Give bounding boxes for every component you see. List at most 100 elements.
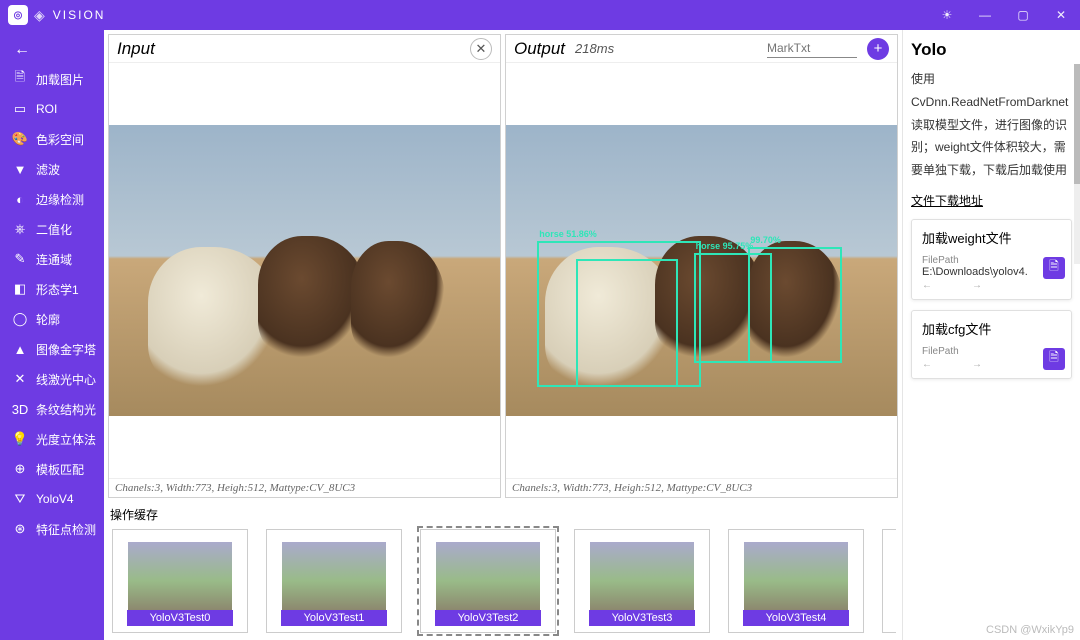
input-title: Input xyxy=(117,39,155,59)
cache-title: 操作缓存 xyxy=(110,504,896,525)
detection-label: horse 95.75% xyxy=(696,241,754,251)
app-title: VISION xyxy=(53,8,106,22)
sidebar-icon: 💡 xyxy=(12,431,28,447)
detection-label: horse 51.86% xyxy=(539,229,597,239)
file-card: 加载cfg文件FilePath←→🗎 xyxy=(911,310,1072,379)
input-image[interactable] xyxy=(109,63,500,478)
right-title: Yolo xyxy=(911,40,1072,60)
sidebar-item[interactable]: ⊕模板匹配 xyxy=(0,454,104,484)
sidebar-item[interactable]: ▼滤波 xyxy=(0,154,104,184)
sidebar-item[interactable]: 3D 条纹结构光 xyxy=(0,394,104,424)
thumbnail[interactable]: YoloV3Test5 xyxy=(882,529,896,633)
card-title: 加载cfg文件 xyxy=(912,311,1071,346)
sidebar-item[interactable]: 💡 光度立体法 xyxy=(0,424,104,454)
thumbnail-image xyxy=(744,542,849,620)
sidebar-icon: ⎈ xyxy=(12,221,28,237)
sidebar-item[interactable]: 🎨 色彩空间 xyxy=(0,124,104,154)
thumbnail-image xyxy=(590,542,695,620)
thumbnail[interactable]: YoloV3Test0 xyxy=(112,529,248,633)
right-description: 使用CvDnn.ReadNetFromDarknet读取模型文件，进行图像的识别… xyxy=(911,68,1072,182)
sidebar-item[interactable]: ✕ 线激光中心 xyxy=(0,364,104,394)
sidebar-icon: ◯ xyxy=(12,311,28,327)
sidebar-item[interactable]: ◯ 轮廓 xyxy=(0,304,104,334)
file-browse-button[interactable]: 🗎 xyxy=(1043,348,1065,370)
thumbnail-label: YoloV3Test4 xyxy=(743,610,849,626)
sidebar-item[interactable]: ▭ ROI xyxy=(0,94,104,124)
titlebar: ◎ ◈ VISION ☀ ― ▢ ✕ xyxy=(0,0,1080,30)
sidebar-icon: ⛛ xyxy=(12,491,28,507)
thumbnail-image xyxy=(436,542,541,620)
thumbnail[interactable]: YoloV3Test1 xyxy=(266,529,402,633)
sidebar-icon: ⊛ xyxy=(12,521,28,537)
sidebar-label: 线激光中心 xyxy=(36,371,96,388)
output-meta: Chanels:3, Width:773, Heigh:512, Mattype… xyxy=(506,478,897,497)
thumbnail-label: YoloV3Test1 xyxy=(281,610,387,626)
sidebar-item[interactable]: ⛛ YoloV4 xyxy=(0,484,104,514)
window-maximize[interactable]: ▢ xyxy=(1004,0,1042,30)
sidebar-icon: 🗎 xyxy=(12,68,28,90)
sidebar-label: 二值化 xyxy=(36,221,72,238)
file-card: 加载weight文件FilePathE:\Downloads\yolov4.←→… xyxy=(911,219,1072,300)
sidebar-icon: ◐ xyxy=(12,192,28,207)
output-elapsed: 218ms xyxy=(575,41,614,56)
sidebar-icon: 3D xyxy=(12,402,28,417)
sidebar-item[interactable]: 🗎 加载图片 xyxy=(0,64,104,94)
sidebar-label: 特征点检测 xyxy=(36,521,96,538)
sidebar-item[interactable]: ✎ 连通域 xyxy=(0,244,104,274)
mark-text-input[interactable] xyxy=(767,39,857,58)
sidebar-label: 色彩空间 xyxy=(36,131,84,148)
back-button[interactable]: ← xyxy=(0,36,104,64)
sidebar-icon: ✕ xyxy=(12,371,28,387)
right-pane: Yolo 使用CvDnn.ReadNetFromDarknet读取模型文件，进行… xyxy=(902,30,1080,640)
scrollbar[interactable] xyxy=(1074,64,1080,264)
sidebar-item[interactable]: ◧ 形态学1 xyxy=(0,274,104,304)
thumbnail-image xyxy=(282,542,387,620)
detection-bbox: 99.70% xyxy=(748,247,842,363)
sidebar-icon: 🎨 xyxy=(12,131,28,147)
thumbnail-label: YoloV3Test3 xyxy=(589,610,695,626)
window-close[interactable]: ✕ xyxy=(1042,0,1080,30)
window-minimize[interactable]: ― xyxy=(966,0,1004,30)
sidebar-icon: ▲ xyxy=(12,342,28,357)
sidebar-label: 光度立体法 xyxy=(36,431,96,448)
output-panel: Output 218ms + horse 51.86%horse 95.75%9… xyxy=(505,34,898,498)
sidebar-icon: ◧ xyxy=(12,281,28,297)
sidebar-label: 连通域 xyxy=(36,251,72,268)
sidebar-icon: ▭ xyxy=(12,101,28,117)
theme-icon[interactable]: ☀ xyxy=(928,0,966,30)
detection-bbox xyxy=(576,259,678,387)
output-image[interactable]: horse 51.86% horse 95.75%99.70% xyxy=(506,63,897,478)
sidebar-item[interactable]: ⊛ 特征点检测 xyxy=(0,514,104,544)
download-link[interactable]: 文件下载地址 xyxy=(911,192,1072,209)
sidebar-item[interactable]: ⎈ 二值化 xyxy=(0,214,104,244)
sidebar-icon: ⊕ xyxy=(12,461,28,477)
input-close-icon[interactable]: ✕ xyxy=(470,38,492,60)
input-meta: Chanels:3, Width:773, Heigh:512, Mattype… xyxy=(109,478,500,497)
cache-section: 操作缓存 YoloV3Test0YoloV3Test1YoloV3Test2Yo… xyxy=(104,502,902,640)
sidebar-icon: ▼ xyxy=(12,162,28,177)
add-mark-button[interactable]: + xyxy=(867,38,889,60)
sidebar-label: 边缘检测 xyxy=(36,191,84,208)
thumbnail[interactable]: YoloV3Test2 xyxy=(420,529,556,633)
sidebar-label: 条纹结构光 xyxy=(36,401,96,418)
thumbnail[interactable]: YoloV3Test4 xyxy=(728,529,864,633)
thumbnail[interactable]: YoloV3Test3 xyxy=(574,529,710,633)
sidebar-label: YoloV4 xyxy=(36,492,74,506)
app-logo-icon: ◎ xyxy=(8,5,28,25)
sidebar-label: ROI xyxy=(36,102,57,116)
thumbnail-strip[interactable]: YoloV3Test0 YoloV3Test1 YoloV3Test2 YoloV3T… xyxy=(110,525,896,638)
field-value: E:\Downloads\yolov4. xyxy=(922,266,1042,278)
input-panel: Input ✕ Chanels:3, Width:773, Heigh:512,… xyxy=(108,34,501,498)
sidebar-icon: ✎ xyxy=(12,251,28,267)
file-browse-button[interactable]: 🗎 xyxy=(1043,257,1065,279)
field-label: FilePath xyxy=(922,346,1061,357)
sidebar-label: 轮廓 xyxy=(36,311,60,328)
sidebar-label: 加载图片 xyxy=(36,71,84,88)
watermark: CSDN @WxikYp9 xyxy=(986,624,1074,636)
sidebar-label: 形态学1 xyxy=(36,281,79,298)
sidebar-label: 图像金字塔 xyxy=(36,341,96,358)
sidebar-item[interactable]: ◐ 边缘检测 xyxy=(0,184,104,214)
workspace: Input ✕ Chanels:3, Width:773, Heigh:512,… xyxy=(104,30,902,640)
thumbnail-label: YoloV3Test0 xyxy=(127,610,233,626)
sidebar-item[interactable]: ▲ 图像金字塔 xyxy=(0,334,104,364)
